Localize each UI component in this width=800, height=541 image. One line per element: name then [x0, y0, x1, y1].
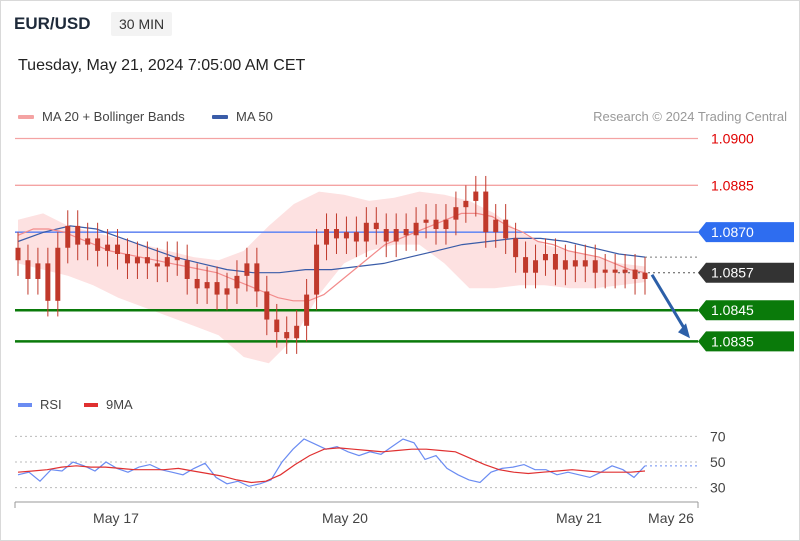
- candle-body: [45, 263, 51, 301]
- candle-body: [214, 282, 220, 295]
- candle-body: [523, 257, 529, 273]
- forecast-arrow-head: [678, 323, 690, 339]
- candle-body: [144, 257, 150, 264]
- candle-body: [582, 260, 588, 267]
- level-label-support: 1.0845: [711, 302, 754, 318]
- candle-body: [244, 263, 250, 276]
- rsi-line: [17, 438, 646, 487]
- candle-body: [483, 191, 489, 233]
- candle-body: [622, 269, 628, 273]
- candle-body: [164, 257, 170, 267]
- forecast-arrow-shaft: [650, 273, 688, 333]
- candle-body: [393, 229, 399, 242]
- candle-body: [612, 269, 618, 273]
- candle-body: [25, 260, 31, 279]
- candle-body: [204, 282, 210, 289]
- candle-body: [65, 225, 71, 248]
- candle-body: [95, 238, 101, 251]
- candle-body: [562, 260, 568, 270]
- candle-body: [403, 229, 409, 236]
- candle-body: [443, 219, 449, 230]
- candle-body: [284, 332, 290, 339]
- candle-body: [503, 219, 509, 239]
- candle-body: [194, 278, 200, 289]
- price-chart-svg: 1.0900 1.0885 1.0870 1.0857 1.0845 1.0835 May …: [14, 130, 794, 526]
- level-label-pivot: 1.0870: [711, 224, 754, 240]
- candle-body: [224, 288, 230, 295]
- candle-body: [134, 257, 140, 264]
- candle-body: [413, 222, 419, 236]
- candle-body: [423, 219, 429, 223]
- candle-body: [115, 244, 121, 254]
- candle-body: [353, 232, 359, 242]
- candle-body: [35, 263, 41, 279]
- candle-body: [294, 325, 300, 339]
- candle-body: [473, 191, 479, 201]
- candle-body: [453, 207, 459, 220]
- x-tick-label: May 26: [648, 510, 694, 526]
- candle-body: [75, 225, 81, 245]
- candle-body: [333, 229, 339, 239]
- candle-body: [373, 222, 379, 230]
- rsi-tick-label: 50: [710, 454, 726, 470]
- candle-body: [602, 269, 608, 273]
- candle-body: [154, 263, 160, 267]
- candle-body: [324, 229, 330, 245]
- candle-body: [383, 229, 389, 242]
- candle-body: [363, 222, 369, 242]
- candle-body: [314, 244, 320, 295]
- candle-body: [513, 238, 519, 258]
- candle-body: [264, 291, 270, 320]
- candle-body: [493, 219, 499, 233]
- candle-body: [542, 254, 548, 261]
- candle-body: [572, 260, 578, 267]
- candle-body: [632, 269, 638, 279]
- level-label-resistance: 1.0885: [711, 177, 754, 193]
- candle-body: [105, 244, 111, 251]
- level-label-support: 1.0835: [711, 333, 754, 349]
- candle-body: [234, 275, 240, 289]
- rsi-tick-label: 30: [710, 480, 726, 496]
- level-label-resistance: 1.0900: [711, 130, 754, 146]
- x-tick-label: May 20: [322, 510, 368, 526]
- candle-body: [463, 200, 469, 208]
- candle-body: [274, 319, 280, 333]
- candle-body: [343, 232, 349, 239]
- candle-body: [433, 219, 439, 230]
- level-label-current: 1.0857: [711, 265, 754, 281]
- candle-body: [552, 254, 558, 270]
- candle-body: [174, 257, 180, 261]
- candle-body: [184, 260, 190, 279]
- candle-body: [15, 247, 21, 261]
- candle-body: [85, 238, 91, 245]
- x-tick-label: May 21: [556, 510, 602, 526]
- bollinger-band-fill: [18, 191, 645, 364]
- candle-body: [642, 272, 648, 279]
- candle-body: [55, 247, 61, 301]
- candle-body: [304, 294, 310, 326]
- x-tick-label: May 17: [93, 510, 139, 526]
- candle-body: [592, 260, 598, 273]
- rsi-tick-label: 70: [710, 428, 726, 444]
- candle-body: [124, 254, 130, 264]
- candle-body: [254, 263, 260, 292]
- candle-body: [533, 260, 539, 273]
